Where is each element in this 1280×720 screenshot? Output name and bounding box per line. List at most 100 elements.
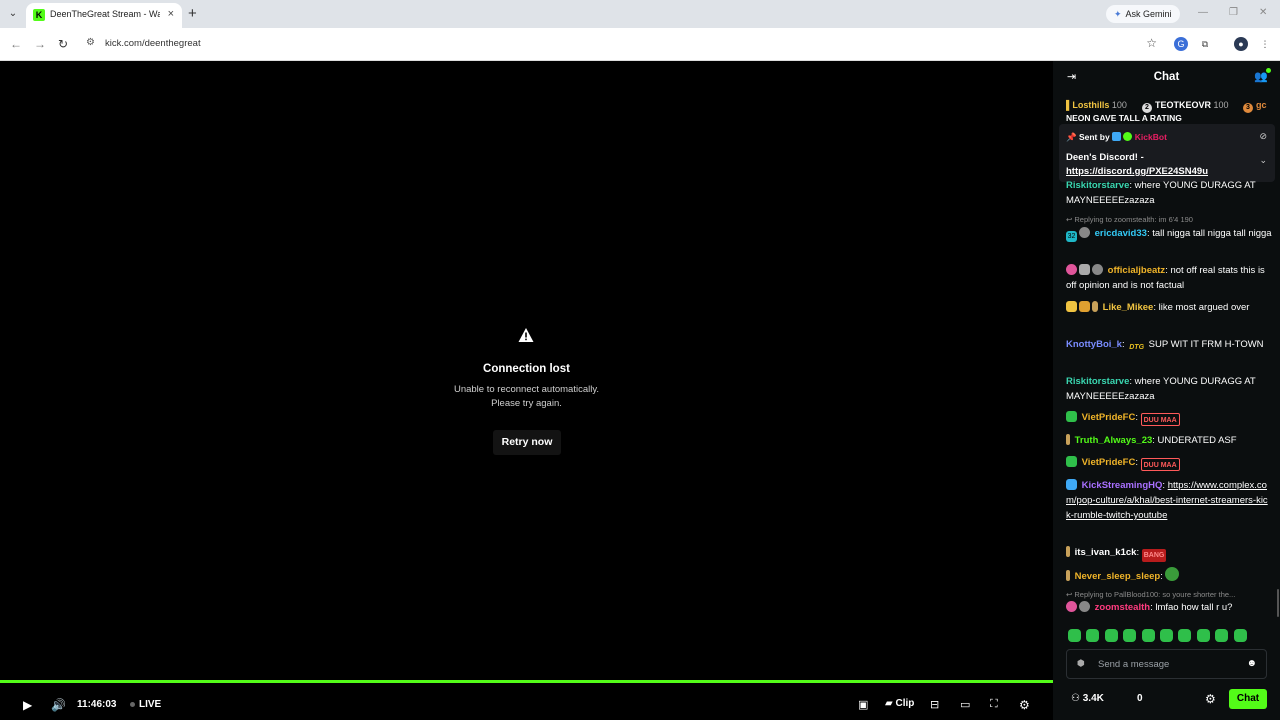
verified-badge-icon: [1066, 479, 1077, 490]
browser-menu-icon[interactable]: ⋮: [1258, 37, 1272, 51]
volume-icon[interactable]: 🔊: [51, 698, 66, 712]
chat-footer: ⚇ 3.4K 0 ⚙ Chat: [1053, 688, 1280, 712]
emoji-picker-icon[interactable]: ☻: [1246, 658, 1257, 669]
chat-users-icon[interactable]: 👥: [1254, 68, 1271, 83]
subscriber-badge-icon: [1066, 411, 1077, 422]
chat-message[interactable]: Riskitorstarve: where YOUNG DURAGG AT MA…: [1066, 178, 1272, 208]
live-indicator[interactable]: LIVE: [130, 699, 161, 710]
chat-header: ⇥ Chat 👥: [1053, 61, 1280, 93]
bookmark-star-icon[interactable]: ☆: [1146, 36, 1157, 50]
chat-message[interactable]: zoomstealth: lmfao how tall r u?: [1066, 600, 1272, 615]
tab-search-icon[interactable]: ⌄: [6, 7, 20, 21]
emote-icon[interactable]: [1123, 629, 1137, 642]
player-controls: ▶ 🔊 11:46:03 LIVE ▣ ▰ Clip ⊟ ▭ ⛶ ⚙: [0, 691, 1053, 719]
forward-icon[interactable]: →: [34, 37, 46, 51]
extension-icon[interactable]: G: [1174, 37, 1188, 51]
new-tab-icon[interactable]: +: [188, 5, 197, 22]
leaderboard-item[interactable]: 3 gc: [1243, 100, 1267, 113]
back-icon[interactable]: ←: [10, 37, 22, 51]
settings-gear-icon[interactable]: ⚙: [1019, 698, 1030, 712]
cut-off-message: NEON GAVE TALL A RATING: [1066, 113, 1182, 121]
extensions-puzzle-icon[interactable]: ⧉: [1198, 37, 1212, 51]
emote-icon[interactable]: [1086, 629, 1100, 642]
maximize-icon[interactable]: ❐: [1229, 7, 1238, 18]
emote-icon[interactable]: [1159, 629, 1173, 642]
reply-context[interactable]: ↩ Replying to PallBlood100: so youre sho…: [1066, 590, 1272, 599]
chat-input[interactable]: ⬢ Send a message ☻: [1066, 649, 1267, 679]
leaderboard-item[interactable]: ▌Losthills 100: [1066, 100, 1127, 110]
live-dot-icon: [130, 701, 135, 707]
chat-message[interactable]: KickStreamingHQ: https://www.complex.com…: [1066, 478, 1272, 523]
site-info-icon[interactable]: ⚙: [86, 37, 95, 48]
miniplayer-icon[interactable]: ▭: [960, 698, 970, 711]
pinned-message[interactable]: 📌 Sent by KickBot ⊘ Deen's Discord! - ht…: [1059, 124, 1275, 182]
chat-message[interactable]: Like_Mikee: like most argued over: [1066, 300, 1272, 315]
chat-settings-icon[interactable]: ⚙: [1205, 692, 1216, 706]
chat-message[interactable]: VietPrideFC: DUU MAA: [1066, 455, 1272, 471]
reply-context[interactable]: ↩ Replying to zoomstealth: im 6'4 190: [1066, 215, 1272, 224]
reload-icon[interactable]: ↻: [58, 37, 68, 51]
profile-avatar[interactable]: ●: [1234, 37, 1248, 51]
leaderboard-item[interactable]: 2 TEOTKEOVR 100: [1142, 100, 1229, 113]
pinned-body: Deen's Discord! - https://discord.gg/PXE…: [1066, 152, 1208, 179]
emote-icon[interactable]: [1178, 629, 1192, 642]
emote-icon[interactable]: [1104, 629, 1118, 642]
emote-icon[interactable]: [1215, 629, 1229, 642]
gift-leaderboard: ▌Losthills 100 2 TEOTKEOVR 100 3 gc: [1053, 98, 1280, 114]
retry-button[interactable]: Retry now: [493, 430, 561, 455]
chat-message[interactable]: its_ivan_k1ck: BANG: [1066, 545, 1272, 562]
dtg-emote[interactable]: DTG: [1127, 341, 1146, 354]
emote-icon[interactable]: [1233, 629, 1247, 642]
chat-message[interactable]: KnottyBoi_k: DTG SUP WIT IT FRM H-TOWN: [1066, 337, 1272, 354]
video-player[interactable]: Connection lost Unable to reconnect auto…: [0, 61, 1053, 720]
bot-badge-icon: [1123, 132, 1133, 141]
error-title: Connection lost: [483, 363, 570, 375]
chevron-down-icon[interactable]: ⌄: [1259, 155, 1267, 166]
pinned-link[interactable]: https://discord.gg/PXE24SN49u: [1066, 165, 1208, 179]
chat-message[interactable]: VietPrideFC: DUU MAA: [1066, 410, 1272, 426]
unpin-icon[interactable]: ⊘: [1259, 131, 1267, 142]
kick-favicon-icon: K: [33, 9, 45, 21]
fullscreen-icon[interactable]: ⛶: [990, 698, 998, 711]
badge-icon: [1066, 570, 1070, 581]
clip-button[interactable]: ▰ Clip: [885, 698, 914, 709]
channel-points[interactable]: 0: [1137, 693, 1143, 704]
minimize-icon[interactable]: —: [1198, 7, 1208, 18]
address-bar[interactable]: ⚙ kick.com/deenthegreat ☆: [80, 32, 1165, 56]
chat-scrollbar[interactable]: [1277, 589, 1279, 617]
duu-maa-emote[interactable]: DUU MAA: [1140, 458, 1180, 471]
send-chat-button[interactable]: Chat: [1229, 689, 1267, 709]
emote-icon[interactable]: [1196, 629, 1210, 642]
tab-close-icon[interactable]: ×: [168, 8, 174, 20]
chat-message[interactable]: 32 ericdavid33: tall nigga tall nigga ta…: [1066, 226, 1272, 242]
ask-gemini-button[interactable]: ✦ Ask Gemini: [1106, 5, 1180, 23]
chat-message[interactable]: Truth_Always_23: UNDERATED ASF: [1066, 433, 1272, 448]
progress-bar[interactable]: [0, 680, 1053, 683]
chat-message[interactable]: officialjbeatz: not off real stats this …: [1066, 263, 1272, 293]
badge-icon: [1092, 301, 1098, 312]
captions-icon[interactable]: ⊟: [930, 698, 939, 711]
verified-badge-icon: [1112, 132, 1122, 141]
frog-emote-icon[interactable]: [1165, 567, 1180, 581]
clip-icon: ▰: [885, 698, 893, 709]
chat-message[interactable]: Riskitorstarve: where YOUNG DURAGG AT MA…: [1066, 374, 1272, 404]
viewer-count[interactable]: ⚇ 3.4K: [1071, 693, 1104, 704]
close-window-icon[interactable]: ✕: [1259, 7, 1267, 18]
play-icon[interactable]: ▶: [23, 698, 32, 712]
theater-icon[interactable]: ▣: [858, 698, 868, 711]
badge-icon: [1079, 264, 1090, 275]
chat-message[interactable]: Never_sleep_sleep:: [1066, 567, 1272, 584]
error-message: Unable to reconnect automatically. Pleas…: [453, 384, 600, 409]
bang-emote[interactable]: BANG: [1141, 549, 1167, 562]
duu-maa-emote[interactable]: DUU MAA: [1140, 413, 1180, 426]
chat-title: Chat: [1153, 71, 1180, 83]
chat-input-placeholder: Send a message: [1098, 659, 1170, 670]
pin-icon: 📌: [1066, 132, 1077, 142]
browser-tab[interactable]: K DeenTheGreat Stream - Watch ×: [26, 3, 182, 28]
browser-toolbar: ← → ↻ ⚙ kick.com/deenthegreat ☆ G ⧉ ● ⋮: [0, 28, 1280, 61]
emote-icon[interactable]: [1068, 629, 1081, 642]
emote-icon[interactable]: [1141, 629, 1155, 642]
tab-title: DeenTheGreat Stream - Watch: [50, 9, 160, 19]
gifter-badge-icon: [1066, 301, 1077, 312]
quick-emote-bar: [1068, 629, 1268, 643]
